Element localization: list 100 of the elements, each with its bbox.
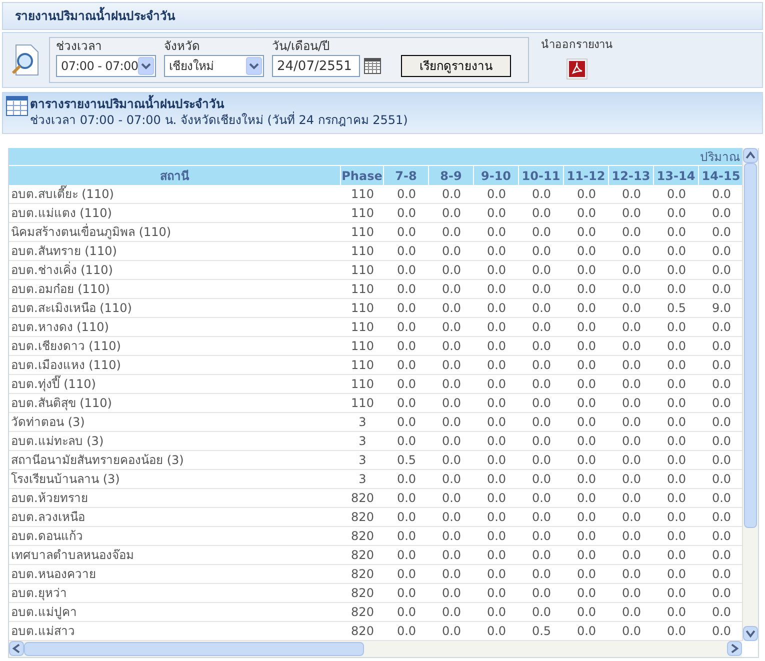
rainfall-cell-text: 0.0	[710, 604, 732, 621]
rainfall-cell-text: 0.0	[486, 566, 508, 583]
rainfall-cell-text: 0.0	[530, 376, 552, 393]
station-cell-text: อบต.เชียงดาว (110)	[10, 338, 122, 355]
rainfall-cell-text: 0.0	[620, 433, 642, 450]
rainfall-cell-text: 0.0	[710, 376, 732, 393]
rainfall-cell-text: 0.0	[396, 186, 418, 203]
rainfall-cell-text: 0.0	[530, 357, 552, 374]
rainfall-cell-text: 0.0	[620, 319, 642, 336]
rainfall-cell-text: 0.0	[710, 205, 732, 222]
phase-cell-text: 110	[350, 357, 375, 374]
rainfall-cell-text: 0.0	[576, 585, 598, 602]
rainfall-cell-text: 0.0	[486, 490, 508, 507]
phase-cell-text: 3	[358, 452, 368, 469]
rainfall-cell-text: 0.0	[486, 338, 508, 355]
scroll-right-icon[interactable]	[727, 641, 742, 656]
column-header: 7-8	[384, 166, 429, 185]
rainfall-cell-text: 0.0	[530, 243, 552, 260]
phase-cell-text: 110	[350, 395, 375, 412]
rainfall-cell-text: 0.0	[620, 528, 642, 545]
rainfall-cell-text: 0.0	[576, 357, 598, 374]
scroll-thumb[interactable]	[744, 163, 757, 528]
rainfall-cell-text: 0.0	[710, 186, 732, 203]
rainfall-cell-text: 0.0	[620, 281, 642, 298]
station-cell-text: สถานีอนามัยสันทรายคองน้อย (3)	[10, 452, 185, 469]
rainfall-cell-text: 0.0	[486, 471, 508, 488]
rainfall-cell-text: 0.0	[486, 243, 508, 260]
dropdown[interactable]: เชียงใหม่	[164, 55, 264, 77]
rainfall-cell-text: 0.0	[666, 528, 688, 545]
station-cell-text: อบต.แม่ปูคา	[10, 604, 78, 621]
rainfall-cell-text: 0.0	[440, 281, 462, 298]
station-cell-text: อบต.แม่แตง (110)	[10, 205, 113, 222]
rainfall-cell-text: 0.0	[396, 395, 418, 412]
vertical-scrollbar[interactable]	[742, 148, 758, 642]
rainfall-cell-text: 0.0	[576, 547, 598, 564]
station-cell-text: โรงเรียนบ้านลาน (3)	[10, 471, 121, 488]
rainfall-cell-text: 0.0	[620, 186, 642, 203]
scroll-up-icon[interactable]	[743, 148, 758, 163]
phase-cell-text: 3	[358, 471, 368, 488]
station-cell-text: อบต.สะเมิงเหนือ (110)	[10, 300, 133, 317]
rainfall-cell-text: 0.0	[576, 528, 598, 545]
rainfall-cell-text: 0.0	[710, 224, 732, 241]
rainfall-cell-text: 0.0	[440, 509, 462, 526]
horizontal-scrollbar[interactable]	[8, 641, 742, 657]
rainfall-cell-text: 0.0	[530, 528, 552, 545]
rainfall-cell-text: 0.0	[620, 604, 642, 621]
rainfall-cell-text: 0.0	[486, 452, 508, 469]
rainfall-cell-text: 0.0	[710, 243, 732, 260]
station-cell-text: อบต.ทุ่งปี๊ (110)	[10, 375, 97, 393]
rainfall-cell-text: 0.0	[396, 566, 418, 583]
rainfall-cell-text: 0.0	[396, 243, 418, 260]
caret-icon	[138, 57, 154, 75]
rainfall-cell-text: 0.0	[440, 490, 462, 507]
rainfall-cell-text: 0.0	[710, 623, 732, 640]
rainfall-cell-text: 0.0	[620, 338, 642, 355]
rainfall-cell-text: 0.0	[710, 433, 732, 450]
rainfall-cell-text: 0.0	[576, 452, 598, 469]
station-cell-text: อบต.อมก๋อย (110)	[10, 281, 111, 298]
rainfall-cell-text: 0.0	[620, 509, 642, 526]
rainfall-cell-text: 0.0	[666, 205, 688, 222]
phase-cell-text: 110	[350, 243, 375, 260]
rainfall-cell-text: 0.0	[620, 395, 642, 412]
phase-cell-text: 110	[350, 300, 375, 317]
pdf-icon[interactable]	[566, 58, 588, 80]
rainfall-cell-text: 0.0	[576, 414, 598, 431]
column-header: 13-14	[654, 166, 699, 185]
rainfall-cell-text: 0.0	[486, 262, 508, 279]
phase-cell-text: 820	[350, 528, 375, 545]
rainfall-cell-text: 0.0	[486, 509, 508, 526]
search-document-icon	[11, 44, 41, 76]
rainfall-cell-text: 0.0	[396, 528, 418, 545]
rainfall-cell-text: 0.0	[576, 205, 598, 222]
scroll-thumb[interactable]	[24, 642, 364, 656]
rainfall-cell-text: 0.0	[710, 338, 732, 355]
rainfall-cell-text: 0.0	[396, 205, 418, 222]
station-cell-text: อบต.แม่สาว	[10, 623, 76, 640]
filter-label: ช่วงเวลา	[56, 39, 103, 53]
calendar-icon[interactable]	[364, 58, 381, 74]
rainfall-cell-text: 0.0	[620, 566, 642, 583]
rainfall-cell-text: 0.0	[666, 604, 688, 621]
rainfall-cell-text: 0.0	[710, 547, 732, 564]
rainfall-cell-text: 0.0	[440, 224, 462, 241]
scroll-down-icon[interactable]	[743, 626, 758, 642]
rainfall-cell-text: 0.0	[620, 471, 642, 488]
rainfall-cell-text: 0.0	[396, 262, 418, 279]
rainfall-cell-text: 0.0	[396, 433, 418, 450]
scroll-left-icon[interactable]	[9, 641, 24, 656]
rainfall-cell-text: 0.0	[440, 471, 462, 488]
rainfall-cell-text: 0.0	[530, 509, 552, 526]
view-report-button[interactable]: เรียกดูรายงาน	[401, 55, 511, 77]
rainfall-cell-text: 0.0	[576, 319, 598, 336]
dropdown[interactable]: 07:00 - 07:00	[56, 55, 156, 77]
rainfall-cell-text: 0.0	[710, 262, 732, 279]
rainfall-cell-text: 0.0	[530, 604, 552, 621]
rainfall-cell-text: 0.5	[396, 452, 418, 469]
date-field[interactable]: 24/07/2551	[272, 55, 360, 77]
rainfall-cell-text: 0.0	[620, 376, 642, 393]
rainfall-cell-text: 0.0	[486, 585, 508, 602]
rainfall-cell-text: 0.0	[576, 376, 598, 393]
rainfall-cell-text: 0.0	[486, 319, 508, 336]
